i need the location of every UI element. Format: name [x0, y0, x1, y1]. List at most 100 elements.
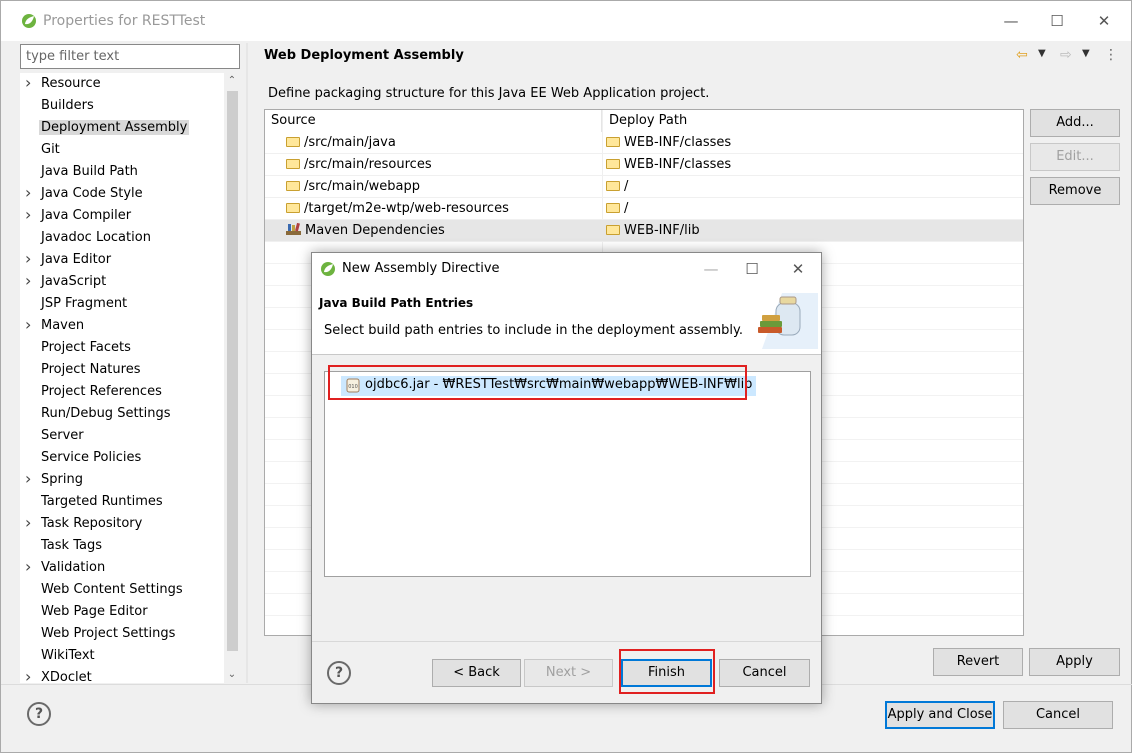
minimize-button[interactable]: —: [996, 9, 1026, 33]
column-header-source[interactable]: ⌃ Source: [265, 110, 602, 132]
dialog-minimize-button[interactable]: —: [696, 257, 726, 281]
table-row[interactable]: /src/main/resources WEB-INF/classes: [265, 154, 1023, 176]
table-row[interactable]: Maven Dependencies WEB-INF/lib: [265, 220, 1023, 242]
folder-icon: [606, 225, 620, 235]
build-path-entries-list[interactable]: 010 ojdbc6.jar - ₩RESTTest₩src₩main₩weba…: [324, 371, 811, 577]
tree-item[interactable]: › Java Code Style: [20, 183, 224, 205]
tree-item[interactable]: › Spring: [20, 469, 224, 491]
apply-and-close-button[interactable]: Apply and Close: [885, 701, 995, 729]
tree-item-label: JavaScript: [41, 274, 107, 289]
dialog-maximize-button[interactable]: ☐: [737, 257, 767, 281]
table-row[interactable]: /target/m2e-wtp/web-resources /: [265, 198, 1023, 220]
page-description: Define packaging structure for this Java…: [268, 86, 710, 101]
tree-item[interactable]: › JavaScript: [20, 271, 224, 293]
tree-item[interactable]: Git: [20, 139, 224, 161]
tree-item[interactable]: Builders: [20, 95, 224, 117]
maximize-button[interactable]: ☐: [1042, 9, 1072, 33]
tree-item[interactable]: Targeted Runtimes: [20, 491, 224, 513]
history-navigation: ⇦ ▼ ⇨ ▼ ⋮: [1016, 47, 1121, 65]
back-dropdown-icon[interactable]: ▼: [1038, 48, 1046, 59]
tree-scrollbar[interactable]: ⌃ ⌄: [224, 73, 240, 683]
tree-item-label: WikiText: [41, 648, 95, 663]
expand-arrow-icon[interactable]: ›: [25, 183, 37, 202]
view-menu-icon[interactable]: ⋮: [1104, 47, 1118, 63]
source-cell: /src/main/java: [286, 135, 396, 150]
window-title: Properties for RESTTest: [43, 13, 206, 29]
tree-item[interactable]: › Maven: [20, 315, 224, 337]
expand-arrow-icon[interactable]: ›: [25, 205, 37, 224]
tree-item[interactable]: Web Project Settings: [20, 623, 224, 645]
forward-arrow-icon[interactable]: ⇨: [1060, 47, 1072, 63]
deploy-path: WEB-INF/classes: [624, 157, 732, 172]
forward-dropdown-icon[interactable]: ▼: [1082, 48, 1090, 59]
tree-item-label: Git: [41, 142, 60, 157]
tree-item[interactable]: › XDoclet: [20, 667, 224, 683]
tree-item[interactable]: › Java Editor: [20, 249, 224, 271]
tree-item[interactable]: › Task Repository: [20, 513, 224, 535]
tree-item-label: Web Page Editor: [41, 604, 148, 619]
dialog-close-button[interactable]: ✕: [783, 257, 813, 281]
back-arrow-icon[interactable]: ⇦: [1016, 47, 1028, 63]
add-button[interactable]: Add...: [1030, 109, 1120, 137]
tree-item-label: Javadoc Location: [41, 230, 151, 245]
tree-item[interactable]: WikiText: [20, 645, 224, 667]
dialog-title-bar: New Assembly Directive — ☐ ✕: [312, 253, 821, 285]
panel-divider[interactable]: [246, 43, 248, 683]
tree-item[interactable]: Project Facets: [20, 337, 224, 359]
property-tree[interactable]: › Resource Builders Deployment Assembly Git J…: [20, 73, 240, 683]
scroll-down-icon[interactable]: ⌄: [224, 667, 240, 683]
expand-arrow-icon[interactable]: ›: [25, 271, 37, 290]
expand-arrow-icon[interactable]: ›: [25, 469, 37, 488]
tree-item[interactable]: Javadoc Location: [20, 227, 224, 249]
folder-icon: [286, 203, 300, 213]
edit-button[interactable]: Edit...: [1030, 143, 1120, 171]
dialog-footer-separator: [312, 641, 821, 642]
column-header-deploy-path[interactable]: Deploy Path: [603, 110, 1023, 132]
remove-button[interactable]: Remove: [1030, 177, 1120, 205]
close-button[interactable]: ✕: [1089, 9, 1119, 33]
library-icon: [286, 223, 301, 235]
tree-item[interactable]: › Java Compiler: [20, 205, 224, 227]
tree-item[interactable]: › Resource: [20, 73, 224, 95]
tree-item[interactable]: Deployment Assembly: [20, 117, 224, 139]
expand-arrow-icon[interactable]: ›: [25, 667, 37, 683]
expand-arrow-icon[interactable]: ›: [25, 513, 37, 532]
table-row[interactable]: /src/main/webapp /: [265, 176, 1023, 198]
tree-item[interactable]: Server: [20, 425, 224, 447]
dialog-cancel-button[interactable]: Cancel: [719, 659, 810, 687]
tree-item[interactable]: Service Policies: [20, 447, 224, 469]
apply-button[interactable]: Apply: [1029, 648, 1120, 676]
scroll-up-icon[interactable]: ⌃: [224, 73, 240, 89]
revert-button[interactable]: Revert: [933, 648, 1023, 676]
expand-arrow-icon[interactable]: ›: [25, 557, 37, 576]
tree-item[interactable]: › Validation: [20, 557, 224, 579]
expand-arrow-icon[interactable]: ›: [25, 249, 37, 268]
cancel-button[interactable]: Cancel: [1003, 701, 1113, 729]
highlight-entry-box: [328, 365, 747, 400]
tree-item[interactable]: JSP Fragment: [20, 293, 224, 315]
tree-item-label: Web Content Settings: [41, 582, 183, 597]
tree-item[interactable]: Project Natures: [20, 359, 224, 381]
help-icon[interactable]: ?: [27, 702, 51, 726]
tree-item[interactable]: Run/Debug Settings: [20, 403, 224, 425]
tree-item[interactable]: Web Content Settings: [20, 579, 224, 601]
tree-item[interactable]: Web Page Editor: [20, 601, 224, 623]
tree-item[interactable]: Java Build Path: [20, 161, 224, 183]
dialog-header: Java Build Path Entries Select build pat…: [312, 285, 821, 355]
source-path: /src/main/resources: [304, 157, 432, 172]
dialog-header-title: Java Build Path Entries: [319, 296, 474, 310]
back-button[interactable]: < Back: [432, 659, 521, 687]
spring-leaf-icon: [321, 262, 335, 276]
scroll-thumb[interactable]: [227, 91, 238, 651]
folder-icon: [606, 181, 620, 191]
highlight-finish-box: [619, 649, 715, 694]
expand-arrow-icon[interactable]: ›: [25, 315, 37, 334]
tree-item[interactable]: Project References: [20, 381, 224, 403]
dialog-help-icon[interactable]: ?: [327, 661, 351, 685]
tree-item[interactable]: Task Tags: [20, 535, 224, 557]
expand-arrow-icon[interactable]: ›: [25, 73, 37, 92]
filter-input[interactable]: [20, 44, 240, 69]
next-button[interactable]: Next >: [524, 659, 613, 687]
table-row[interactable]: /src/main/java WEB-INF/classes: [265, 132, 1023, 154]
source-cell: /src/main/webapp: [286, 179, 420, 194]
